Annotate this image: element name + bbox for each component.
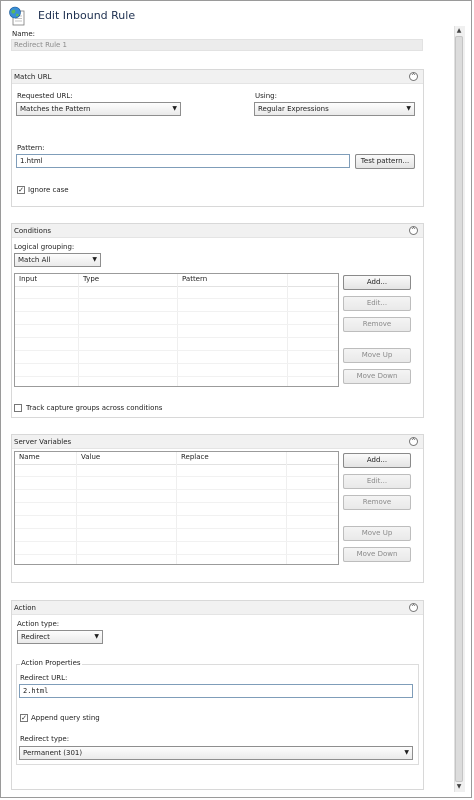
using-value: Regular Expressions bbox=[258, 105, 329, 113]
collapse-up-icon[interactable]: ^ bbox=[409, 72, 418, 81]
action-type-select[interactable]: Redirect ▼ bbox=[17, 630, 103, 644]
redirect-type-select[interactable]: Permanent (301) ▼ bbox=[19, 746, 413, 760]
track-capture-groups-label: Track capture groups across conditions bbox=[26, 404, 163, 412]
scroll-up-arrow-icon[interactable]: ▲ bbox=[454, 27, 464, 34]
column-divider bbox=[76, 452, 77, 564]
row-divider bbox=[15, 324, 338, 325]
pattern-input[interactable]: 1.html bbox=[16, 154, 350, 168]
redirect-url-label: Redirect URL: bbox=[20, 674, 68, 682]
pattern-value: 1.html bbox=[20, 157, 43, 165]
server-variables-add-button[interactable]: Add... bbox=[343, 453, 411, 468]
server-variables-title: Server Variables bbox=[14, 438, 72, 446]
append-query-string-label: Append query sting bbox=[31, 714, 100, 722]
server-variables-edit-button[interactable]: Edit... bbox=[343, 474, 411, 489]
column-header-pattern[interactable]: Pattern bbox=[178, 274, 288, 286]
match-url-group bbox=[11, 69, 424, 207]
conditions-edit-button[interactable]: Edit... bbox=[343, 296, 411, 311]
column-divider bbox=[287, 274, 288, 386]
chevron-down-icon: ▼ bbox=[404, 749, 409, 756]
action-type-value: Redirect bbox=[21, 633, 50, 641]
row-divider bbox=[15, 363, 338, 364]
action-type-label: Action type: bbox=[17, 620, 60, 628]
iis-globe-document-icon bbox=[8, 6, 28, 26]
server-variables-move-down-button[interactable]: Move Down bbox=[343, 547, 411, 562]
test-pattern-button[interactable]: Test pattern... bbox=[355, 154, 415, 169]
conditions-remove-button[interactable]: Remove bbox=[343, 317, 411, 332]
redirect-type-value: Permanent (301) bbox=[23, 749, 83, 757]
pattern-label: Pattern: bbox=[17, 144, 45, 152]
server-variables-table[interactable]: Name Value Replace bbox=[14, 451, 339, 565]
column-header-type[interactable]: Type bbox=[79, 274, 178, 286]
conditions-move-up-button[interactable]: Move Up bbox=[343, 348, 411, 363]
using-label: Using: bbox=[255, 92, 277, 100]
row-divider bbox=[15, 515, 338, 516]
row-divider bbox=[15, 541, 338, 542]
name-field: Redirect Rule 1 bbox=[11, 39, 423, 51]
scroll-down-arrow-icon[interactable]: ▼ bbox=[454, 783, 464, 790]
row-divider bbox=[15, 311, 338, 312]
row-divider bbox=[15, 554, 338, 555]
page-title: Edit Inbound Rule bbox=[38, 9, 136, 22]
requested-url-select[interactable]: Matches the Pattern ▼ bbox=[16, 102, 181, 116]
action-title: Action bbox=[14, 604, 36, 612]
chevron-down-icon: ▼ bbox=[172, 105, 177, 112]
row-divider bbox=[15, 489, 338, 490]
action-properties-title: Action Properties bbox=[20, 659, 82, 667]
chevron-down-icon: ▼ bbox=[94, 633, 99, 640]
row-divider bbox=[15, 376, 338, 377]
server-variables-move-up-button[interactable]: Move Up bbox=[343, 526, 411, 541]
server-variables-header bbox=[12, 435, 423, 449]
logical-grouping-value: Match All bbox=[18, 256, 51, 264]
column-divider bbox=[286, 452, 287, 564]
chevron-down-icon: ▼ bbox=[92, 256, 97, 263]
conditions-move-down-button[interactable]: Move Down bbox=[343, 369, 411, 384]
checkmark-icon: ✓ bbox=[21, 714, 27, 722]
column-divider bbox=[177, 274, 178, 386]
column-divider bbox=[78, 274, 79, 386]
requested-url-label: Requested URL: bbox=[17, 92, 73, 100]
ignore-case-label: Ignore case bbox=[28, 186, 69, 194]
collapse-up-icon[interactable]: ^ bbox=[409, 226, 418, 235]
conditions-header bbox=[12, 224, 423, 238]
scrollbar-thumb[interactable] bbox=[455, 36, 463, 782]
redirect-type-label: Redirect type: bbox=[20, 735, 70, 743]
row-divider bbox=[15, 502, 338, 503]
column-header-input[interactable]: Input bbox=[15, 274, 79, 286]
match-url-header bbox=[12, 70, 423, 84]
column-divider bbox=[176, 452, 177, 564]
match-url-title: Match URL bbox=[14, 73, 52, 81]
requested-url-value: Matches the Pattern bbox=[20, 105, 91, 113]
column-header-replace[interactable]: Replace bbox=[177, 452, 287, 464]
chevron-down-icon: ▼ bbox=[406, 105, 411, 112]
append-query-string-checkbox[interactable]: ✓ bbox=[20, 714, 28, 722]
using-select[interactable]: Regular Expressions ▼ bbox=[254, 102, 415, 116]
row-divider bbox=[15, 337, 338, 338]
action-header bbox=[12, 601, 423, 615]
logical-grouping-label: Logical grouping: bbox=[14, 243, 75, 251]
conditions-add-button[interactable]: Add... bbox=[343, 275, 411, 290]
conditions-table[interactable]: Input Type Pattern bbox=[14, 273, 339, 387]
row-divider bbox=[15, 528, 338, 529]
checkmark-icon: ✓ bbox=[18, 186, 24, 194]
row-divider bbox=[15, 350, 338, 351]
track-capture-groups-checkbox[interactable] bbox=[14, 404, 22, 412]
server-variables-remove-button[interactable]: Remove bbox=[343, 495, 411, 510]
redirect-url-value: 2.html bbox=[23, 687, 49, 695]
name-label: Name: bbox=[12, 30, 36, 38]
redirect-url-input[interactable]: 2.html bbox=[19, 684, 413, 698]
row-divider bbox=[15, 476, 338, 477]
logical-grouping-select[interactable]: Match All ▼ bbox=[14, 253, 101, 267]
column-header-name[interactable]: Name bbox=[15, 452, 77, 464]
ignore-case-checkbox[interactable]: ✓ bbox=[17, 186, 25, 194]
conditions-title: Conditions bbox=[14, 227, 52, 235]
collapse-up-icon[interactable]: ^ bbox=[409, 603, 418, 612]
row-divider bbox=[15, 298, 338, 299]
collapse-up-icon[interactable]: ^ bbox=[409, 437, 418, 446]
column-header-value[interactable]: Value bbox=[77, 452, 177, 464]
